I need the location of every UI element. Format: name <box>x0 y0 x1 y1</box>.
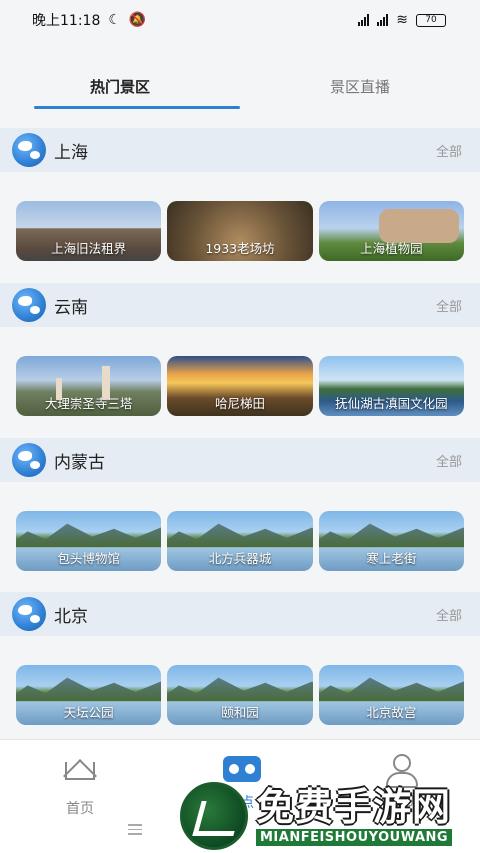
section-header: 内蒙古 全部 <box>0 438 480 482</box>
view-all-link[interactable]: 全部 <box>436 451 462 470</box>
tab-underline <box>34 106 240 109</box>
section-header: 上海 全部 <box>0 128 480 172</box>
spot-card[interactable]: 北京故宫 <box>318 665 464 725</box>
top-tabs: 热门景区 景区直播 <box>0 66 480 110</box>
nav-home-label: 首页 <box>66 801 94 817</box>
tab-hot-spots[interactable]: 热门景区 <box>0 66 240 110</box>
spot-card-label: 天坛公园 <box>63 705 114 720</box>
spot-card[interactable]: 包头博物馆 <box>16 511 162 571</box>
spot-card-label: 北方兵器城 <box>208 551 272 566</box>
spot-card-label: 包头博物馆 <box>57 551 120 566</box>
spot-card-label: 1933老场坊 <box>205 241 275 256</box>
spot-card-label: 哈尼梯田 <box>214 396 265 411</box>
spot-card[interactable]: 北方兵器城 <box>167 511 313 571</box>
section-yunnan: 云南 全部 大理崇圣寺三塔 哈尼梯田 抚仙湖古滇国文化园 <box>0 283 480 416</box>
spot-card[interactable]: 上海植物园 <box>318 201 464 261</box>
spot-card-label: 北京故宫 <box>366 705 417 720</box>
signal-icon <box>358 14 370 26</box>
spot-card[interactable]: 哈尼梯田 <box>167 356 313 416</box>
watermark-en: MIANFEISHOUYOUWANG <box>256 829 453 846</box>
section-shanghai: 上海 全部 上海旧法租界 1933老场坊 上海植物园 <box>0 128 480 261</box>
spot-card[interactable]: 寒上老街 <box>318 511 464 571</box>
mute-icon: 🔕 <box>128 12 147 28</box>
section-title: 上海 <box>54 142 88 163</box>
spot-card-label: 寒上老街 <box>366 551 417 566</box>
globe-icon <box>12 288 46 322</box>
section-title: 内蒙古 <box>54 452 105 473</box>
spot-card-label: 抚仙湖古滇国文化园 <box>335 396 448 411</box>
globe-icon <box>12 443 46 477</box>
view-all-link[interactable]: 全部 <box>436 296 462 315</box>
globe-icon <box>12 133 46 167</box>
tab-live[interactable]: 景区直播 <box>240 66 480 110</box>
view-all-link[interactable]: 全部 <box>436 605 462 624</box>
spot-card-label: 上海旧法租界 <box>51 241 127 256</box>
section-inner-mongolia: 内蒙古 全部 包头博物馆 北方兵器城 寒上老街 <box>0 438 480 571</box>
spot-card[interactable]: 大理崇圣寺三塔 <box>16 356 162 416</box>
view-all-link[interactable]: 全部 <box>436 141 462 160</box>
spot-card[interactable]: 天坛公园 <box>16 665 162 725</box>
watermark: 免费手游网 MIANFEISHOUYOUWANG <box>180 778 480 853</box>
home-icon <box>63 759 97 793</box>
spot-card[interactable]: 抚仙湖古滇国文化园 <box>318 356 464 416</box>
watermark-logo-icon <box>180 781 248 850</box>
spot-card[interactable]: 颐和园 <box>167 665 313 725</box>
status-time: 晚上11:18 <box>32 13 101 29</box>
spot-card[interactable]: 1933老场坊 <box>167 201 313 261</box>
moon-icon: ☾ <box>108 12 121 28</box>
spot-card-label: 上海植物园 <box>360 241 423 256</box>
section-beijing: 北京 全部 天坛公园 颐和园 北京故宫 <box>0 592 480 725</box>
section-title: 云南 <box>54 297 88 318</box>
status-bar: 晚上11:18 ☾ 🔕 ≋ 70 <box>0 0 480 40</box>
section-title: 北京 <box>54 606 88 627</box>
globe-icon <box>12 597 46 631</box>
battery-icon: 70 <box>416 13 446 27</box>
spot-card[interactable]: 上海旧法租界 <box>16 201 162 261</box>
nav-home[interactable]: 首页 <box>0 750 160 818</box>
menu-gesture-icon[interactable] <box>128 824 142 835</box>
watermark-cn: 免费手游网 <box>256 785 452 829</box>
section-header: 北京 全部 <box>0 592 480 636</box>
spot-card-label: 颐和园 <box>221 705 259 720</box>
section-header: 云南 全部 <box>0 283 480 327</box>
spot-card-label: 大理崇圣寺三塔 <box>44 396 133 411</box>
wifi-icon: ≋ <box>396 12 408 28</box>
signal-icon-2 <box>377 14 389 26</box>
